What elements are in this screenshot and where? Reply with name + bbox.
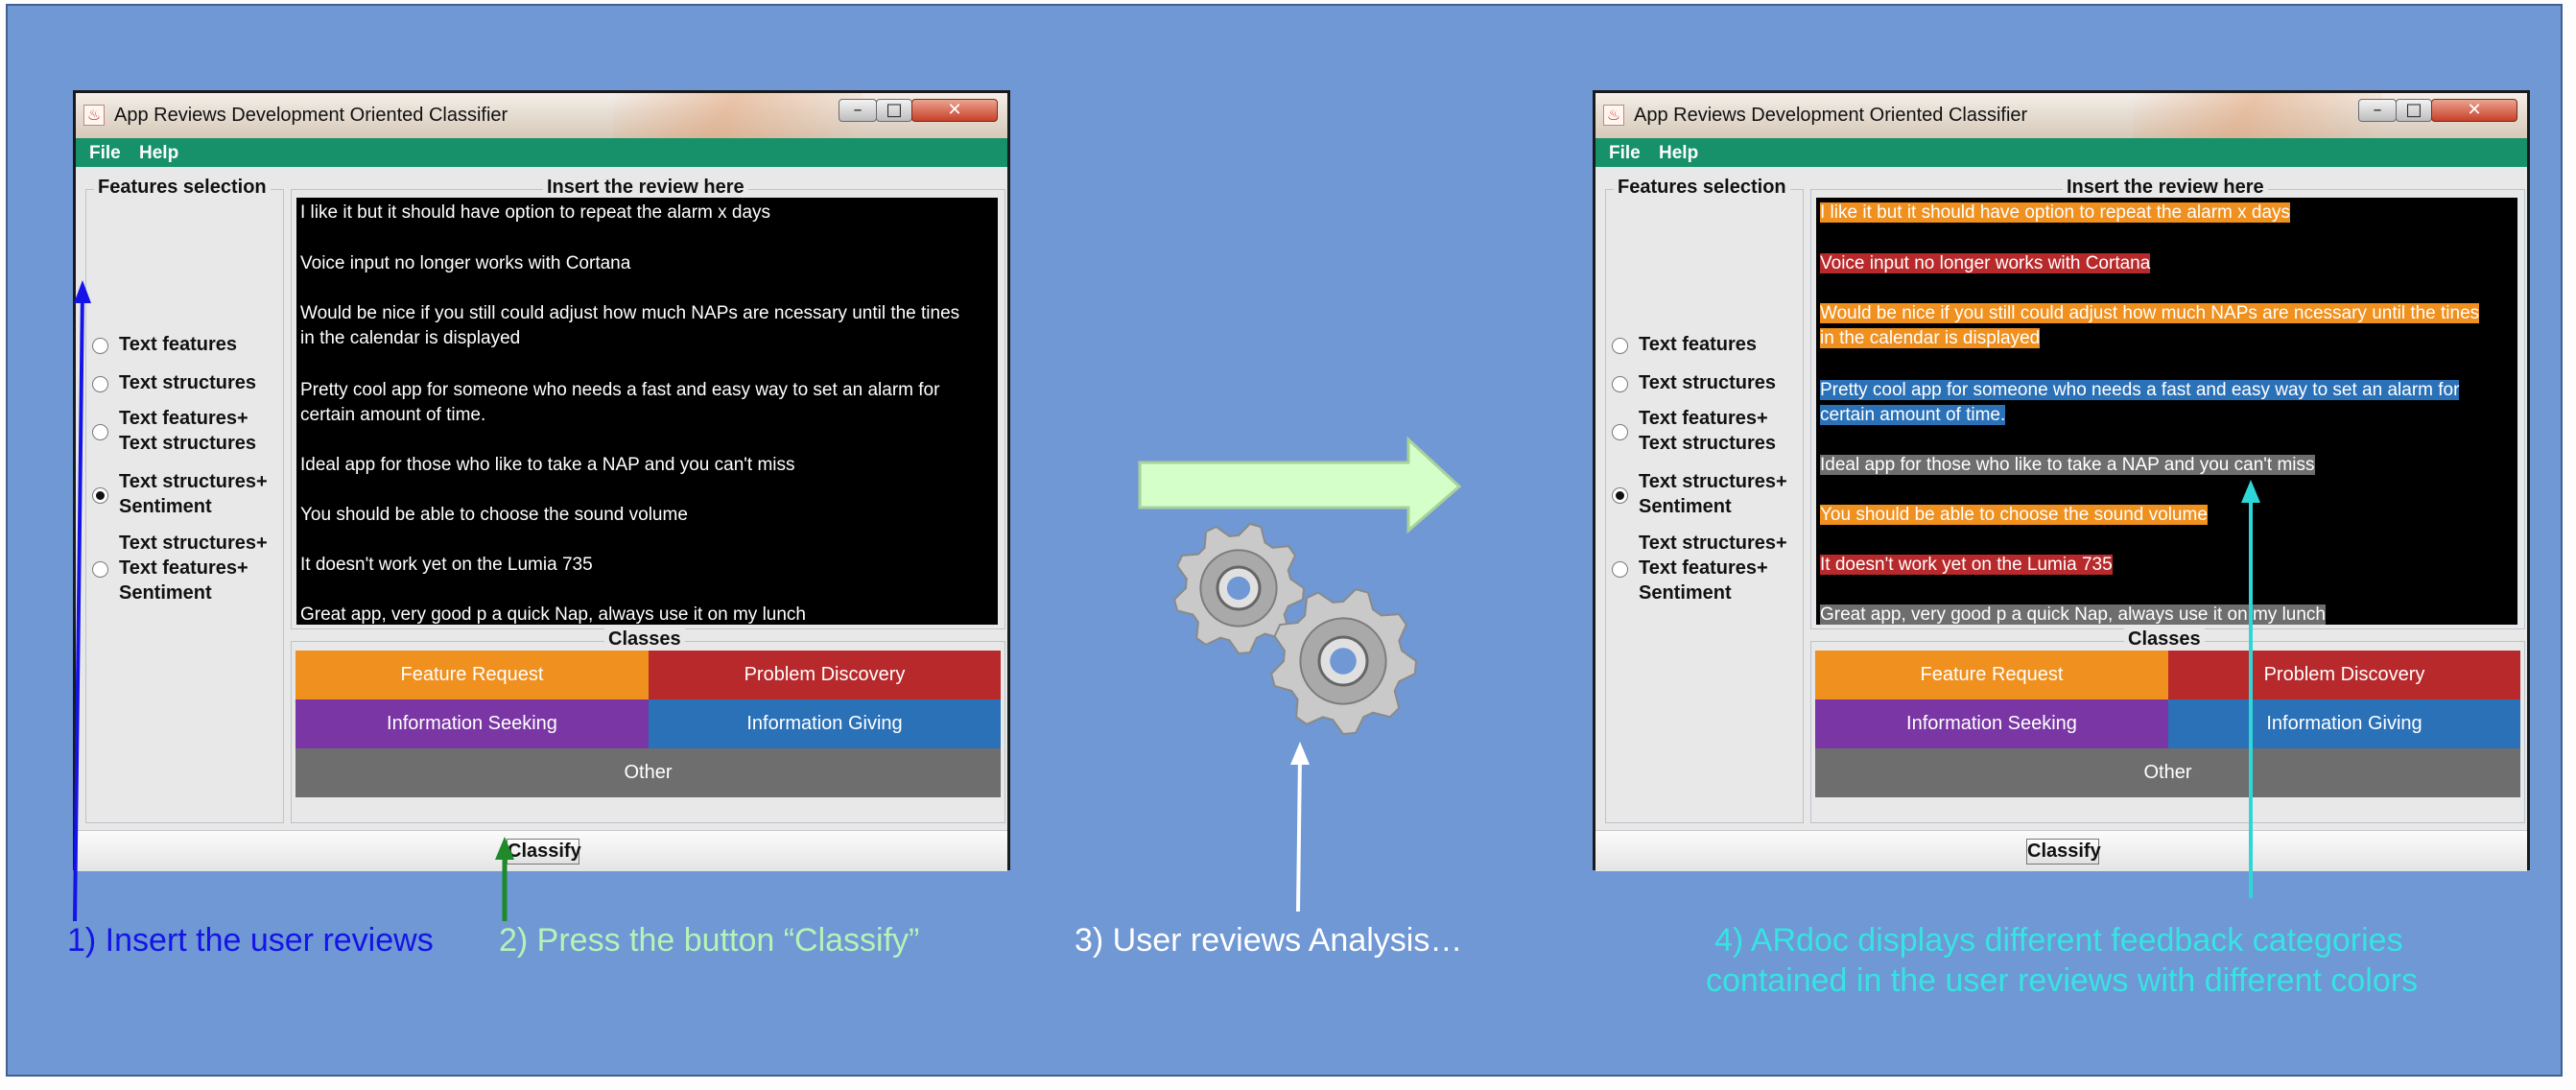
step-4-caption-line-2: contained in the user reviews with diffe… xyxy=(1706,962,2419,999)
flow-arrow-icon xyxy=(1138,436,1462,534)
step-2-caption: 2) Press the button “Classify” xyxy=(499,922,920,959)
gears-icon xyxy=(1172,522,1418,736)
step-3-caption: 3) User reviews Analysis… xyxy=(1075,922,1463,959)
pointer-arrows xyxy=(73,280,2260,922)
step-1-caption: 1) Insert the user reviews xyxy=(67,922,434,959)
slide: ♨ App Reviews Development Oriented Classi… xyxy=(0,0,2576,1090)
step-4-caption-line-1: 4) ARdoc displays different feedback cat… xyxy=(1714,922,2403,959)
